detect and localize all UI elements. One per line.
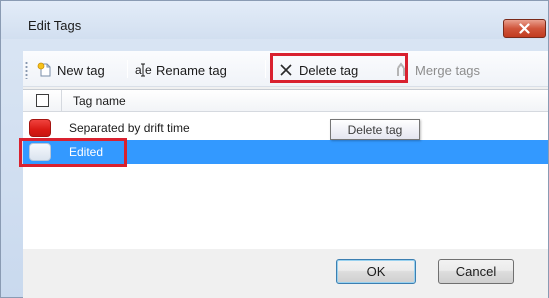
select-all-checkbox[interactable] xyxy=(36,94,49,107)
close-icon xyxy=(519,23,530,34)
edited-annotation-box xyxy=(19,138,127,167)
rename-icon: a e xyxy=(135,63,152,77)
new-tag-button[interactable]: New tag xyxy=(37,59,105,81)
list-header: Tag name xyxy=(23,90,548,112)
svg-text:a: a xyxy=(135,63,142,77)
close-button[interactable] xyxy=(503,19,546,38)
rename-tag-label: Rename tag xyxy=(156,62,227,78)
toolbar-separator xyxy=(127,60,128,78)
delete-tag-annotation-box xyxy=(270,53,408,83)
dialog-title: Edit Tags xyxy=(28,18,82,33)
toolbar: New tag a e Rename tag Delete tag Merge … xyxy=(23,51,548,87)
title-bar[interactable]: Edit Tags xyxy=(1,1,548,39)
toolbar-separator xyxy=(265,60,266,78)
merge-tags-label: Merge tags xyxy=(415,62,481,78)
tooltip: Delete tag xyxy=(330,119,420,140)
column-separator xyxy=(61,90,62,112)
cancel-button[interactable]: Cancel xyxy=(438,259,514,284)
list-row-selected[interactable]: Edited xyxy=(19,138,548,167)
toolbar-grip[interactable] xyxy=(25,61,28,79)
new-tag-label: New tag xyxy=(57,62,105,78)
list-row[interactable]: Separated by drift time xyxy=(23,116,548,140)
tag-color-swatch[interactable] xyxy=(29,119,51,137)
svg-text:e: e xyxy=(145,63,152,77)
tags-list: Tag name Separated by drift time Edited xyxy=(19,89,548,249)
tag-name-label: Separated by drift time xyxy=(69,121,190,135)
new-tag-icon xyxy=(37,62,51,77)
column-header-tag-name[interactable]: Tag name xyxy=(73,94,126,108)
dialog-body: New tag a e Rename tag Delete tag Merge … xyxy=(19,51,548,298)
ok-button[interactable]: OK xyxy=(336,259,416,284)
edit-tags-dialog: Edit Tags New tag a e Rename tag Delete … xyxy=(0,0,549,298)
rename-tag-button[interactable]: a e Rename tag xyxy=(135,59,227,81)
